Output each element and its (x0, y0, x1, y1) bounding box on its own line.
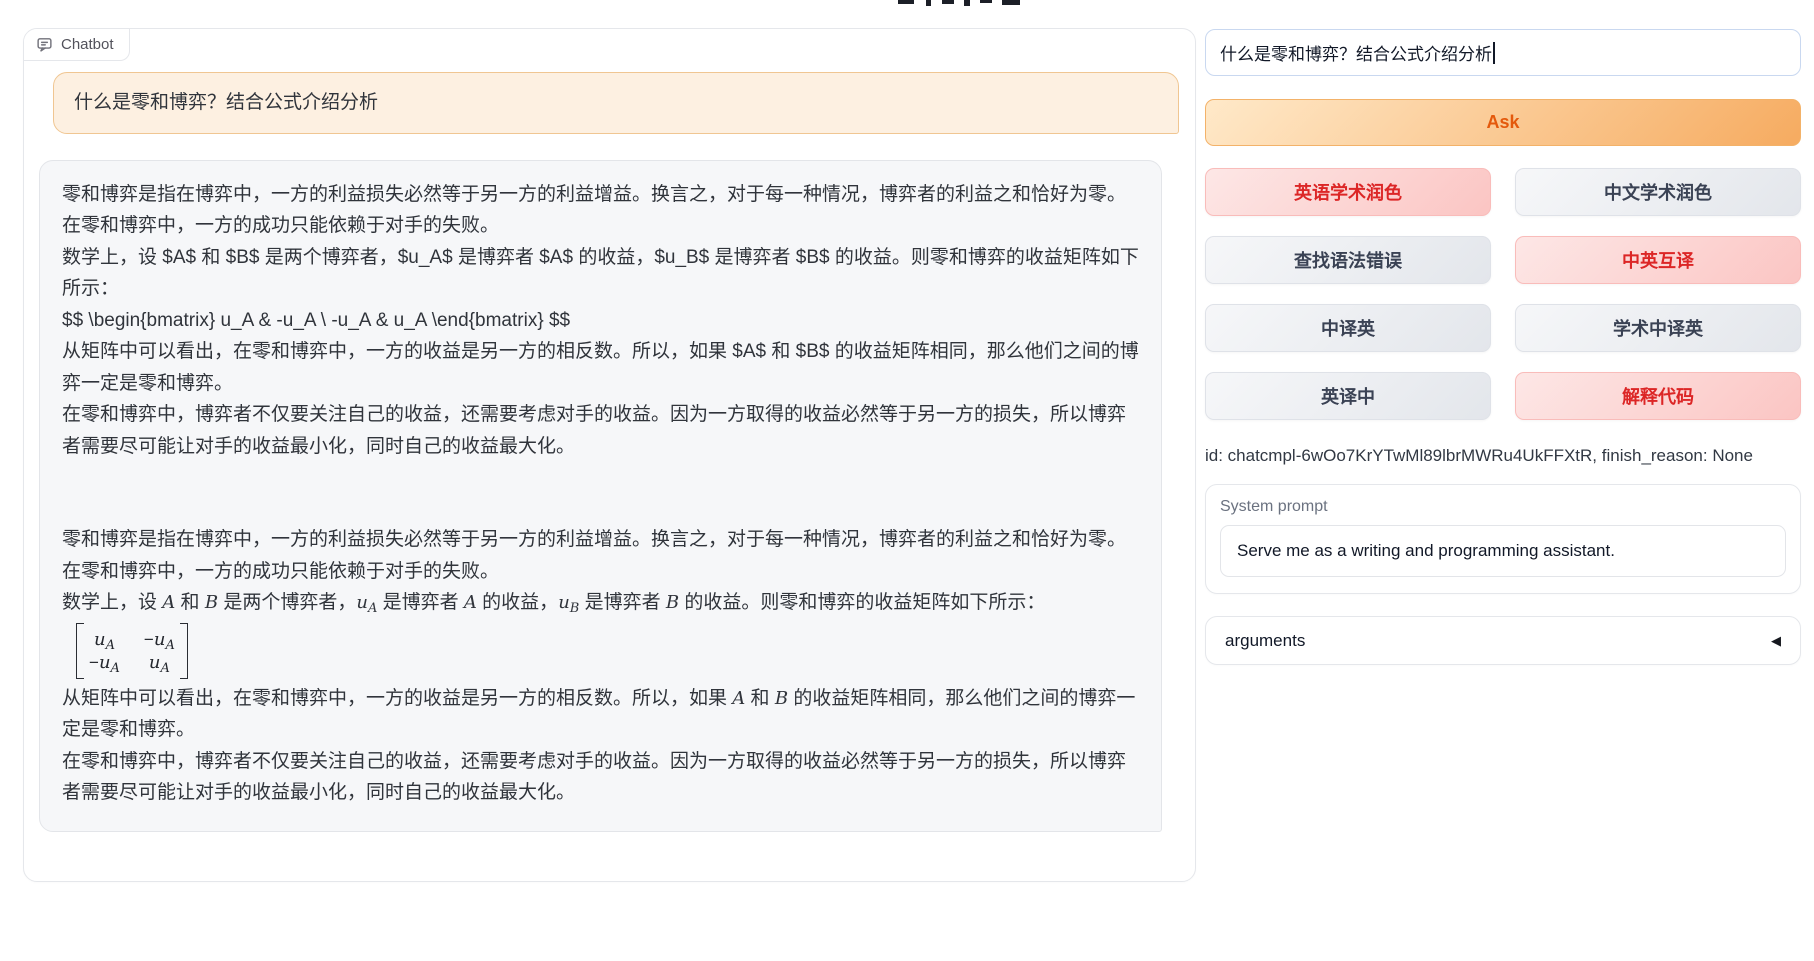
payoff-matrix: uA−uA−uAuA (76, 623, 188, 679)
control-panel: 什么是零和博弈？结合公式介绍分析 Ask 英语学术润色中文学术润色查找语法错误中… (1205, 29, 1801, 665)
action-button[interactable]: 查找语法错误 (1205, 236, 1491, 284)
question-input-value: 什么是零和博弈？结合公式介绍分析 (1220, 40, 1492, 65)
action-button[interactable]: 中英互译 (1515, 236, 1801, 284)
action-button-grid: 英语学术润色中文学术润色查找语法错误中英互译中译英学术中译英英译中解释代码 (1205, 168, 1801, 420)
clipped-page-title (898, 0, 1028, 7)
system-prompt-label: System prompt (1220, 498, 1786, 516)
user-message: 什么是零和博弈？结合公式介绍分析 (53, 72, 1179, 134)
action-button[interactable]: 解释代码 (1515, 372, 1801, 420)
arguments-accordion-label: arguments (1225, 631, 1305, 651)
bot-message-body: 零和博弈是指在博弈中，一方的利益损失必然等于另一方的利益增益。换言之，对于每一种… (62, 179, 1139, 809)
ask-button[interactable]: Ask (1205, 99, 1801, 146)
action-button[interactable]: 学术中译英 (1515, 304, 1801, 352)
chatbot-panel: Chatbot 什么是零和博弈？结合公式介绍分析 零和博弈是指在博弈中，一方的利… (23, 28, 1196, 882)
status-line: id: chatcmpl-6wOo7KrYTwMl89lbrMWRu4UkFFX… (1205, 446, 1801, 466)
question-input[interactable]: 什么是零和博弈？结合公式介绍分析 (1205, 29, 1801, 76)
bot-message: 零和博弈是指在博弈中，一方的利益损失必然等于另一方的利益增益。换言之，对于每一种… (39, 160, 1162, 832)
chat-messages[interactable]: 什么是零和博弈？结合公式介绍分析 零和博弈是指在博弈中，一方的利益损失必然等于另… (39, 61, 1180, 866)
action-button[interactable]: 英译中 (1205, 372, 1491, 420)
accordion-collapse-icon: ◀ (1771, 633, 1781, 649)
action-button[interactable]: 中译英 (1205, 304, 1491, 352)
text-cursor (1493, 42, 1495, 64)
chatbot-label: Chatbot (24, 29, 130, 61)
action-button[interactable]: 中文学术润色 (1515, 168, 1801, 216)
chatbot-label-text: Chatbot (61, 36, 114, 53)
arguments-accordion[interactable]: arguments ◀ (1205, 616, 1801, 665)
system-prompt-input[interactable]: Serve me as a writing and programming as… (1220, 525, 1786, 577)
chat-bubble-icon (36, 36, 53, 53)
system-prompt-group: System prompt Serve me as a writing and … (1205, 484, 1801, 594)
user-message-text: 什么是零和博弈？结合公式介绍分析 (74, 92, 378, 113)
action-button[interactable]: 英语学术润色 (1205, 168, 1491, 216)
system-prompt-value: Serve me as a writing and programming as… (1237, 541, 1615, 561)
